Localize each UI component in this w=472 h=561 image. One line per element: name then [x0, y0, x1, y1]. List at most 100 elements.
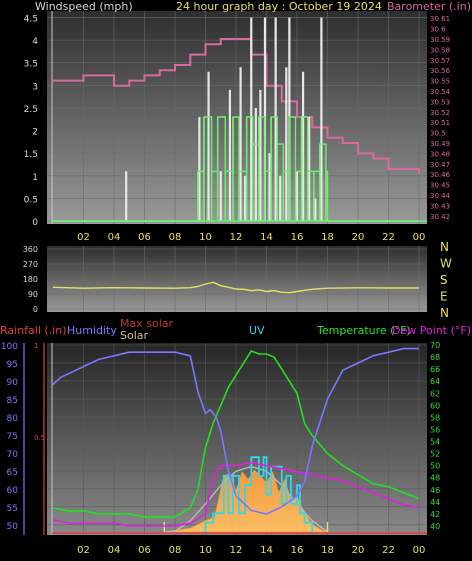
barometer-tick-label: 30.56 [430, 67, 451, 75]
humidity-tick-label: 65 [7, 468, 18, 478]
barometer-tick-label: 30.45 [430, 182, 450, 190]
temperature-tick-label: 50 [430, 462, 440, 471]
barometer-tick-label: 30.6 [430, 26, 446, 34]
compass-label: N [440, 240, 449, 254]
wind-x-tick: 18 [321, 232, 334, 243]
barometer-axis-label: Barometer (.in) [387, 0, 471, 13]
barometer-tick-label: 30.48 [430, 150, 450, 158]
wind-x-tick: 00 [413, 232, 426, 243]
wind-x-tick: 12 [230, 232, 243, 243]
barometer-tick-label: 30.52 [430, 109, 450, 117]
wind-tick-label: 1.5 [24, 150, 38, 160]
wind-tick-label: 2.5 [24, 105, 38, 115]
rainfall-axis-label: Rainfall (.in) [0, 324, 67, 337]
temperature-tick-label: 62 [430, 389, 440, 398]
rain-tick-label: 0.5 [34, 434, 45, 442]
barometer-tick-label: 30.55 [430, 78, 450, 86]
weather-chart: 0 0.5 1 1.5 2 2.5 3 3.5 4 4.5 30.42 30.43 30.44 30.45… [0, 0, 471, 556]
wind-tick-label: 1 [32, 173, 38, 183]
barometer-tick-label: 30.42 [430, 213, 450, 221]
wind-x-tick: 22 [382, 232, 395, 243]
humidity-tick-label: 60 [7, 486, 19, 496]
barometer-tick-label: 30.43 [430, 202, 450, 210]
thermo-x-tick: 12 [230, 545, 243, 556]
direction-tick-label: 90 [28, 290, 38, 299]
wind-x-tick: 16 [291, 232, 304, 243]
wind-tick-label: 3.5 [24, 60, 38, 70]
barometer-tick-label: 30.49 [430, 140, 450, 148]
chart-title: 24 hour graph day : October 19 2024 [176, 0, 382, 13]
temperature-tick-label: 46 [430, 486, 440, 495]
thermo-x-tick: 18 [321, 545, 334, 556]
wind-tick-label: 0.5 [24, 195, 38, 205]
humidity-tick-label: 90 [7, 378, 19, 388]
compass-label: W [440, 257, 452, 271]
temperature-tick-label: 60 [430, 401, 440, 410]
temperature-tick-label: 68 [430, 353, 440, 362]
uv-label: UV [249, 324, 265, 337]
thermo-x-tick: 16 [291, 545, 304, 556]
barometer-tick-label: 30.51 [430, 119, 450, 127]
thermo-x-tick: 08 [169, 545, 182, 556]
humidity-tick-label: 100 [1, 342, 18, 352]
barometer-tick-label: 30.44 [430, 192, 451, 200]
direction-tick-label: 270 [23, 260, 38, 269]
temperature-tick-label: 66 [430, 365, 440, 374]
thermo-x-tick: 06 [138, 545, 151, 556]
direction-tick-label: 0 [33, 305, 38, 314]
barometer-tick-label: 30.61 [430, 15, 450, 23]
wind-tick-label: 4 [32, 37, 38, 47]
humidity-tick-label: 85 [7, 396, 18, 406]
barometer-tick-label: 30.53 [430, 98, 450, 106]
barometer-tick-label: 30.5 [430, 130, 446, 138]
wind-x-tick: 04 [108, 232, 121, 243]
direction-tick-label: 360 [23, 245, 38, 254]
wind-tick-label: 0 [32, 218, 38, 228]
wind-tick-label: 4.5 [24, 15, 38, 25]
thermo-x-tick: 10 [199, 545, 212, 556]
temperature-tick-label: 64 [430, 377, 440, 386]
temperature-tick-label: 48 [430, 474, 440, 483]
wind-tick-label: 2 [32, 128, 38, 138]
thermo-x-tick: 14 [260, 545, 273, 556]
humidity-tick-label: 55 [7, 504, 18, 514]
wind-x-tick: 10 [199, 232, 212, 243]
humidity-tick-label: 95 [7, 360, 18, 370]
wind-x-tick: 08 [169, 232, 182, 243]
thermo-x-tick: 20 [352, 545, 365, 556]
wind-x-tick: 06 [138, 232, 151, 243]
humidity-tick-label: 75 [7, 432, 18, 442]
temperature-tick-label: 44 [430, 498, 440, 507]
humidity-axis-label: Humidity [67, 324, 117, 337]
barometer-tick-label: 30.58 [430, 46, 450, 54]
barometer-tick-label: 30.59 [430, 36, 450, 44]
wind-tick-label: 3 [32, 82, 38, 92]
dewpoint-axis-label: Dew Point (°F) [392, 324, 471, 337]
wind-x-tick: 14 [260, 232, 273, 243]
humidity-tick-label: 70 [7, 450, 19, 460]
barometer-tick-label: 30.57 [430, 57, 450, 65]
temperature-tick-label: 56 [430, 425, 440, 434]
wind-x-tick: 02 [77, 232, 90, 243]
compass-label: N [440, 306, 449, 320]
humidity-tick-label: 80 [7, 414, 19, 424]
thermo-x-tick: 00 [413, 545, 426, 556]
windspeed-axis-label: Windspeed (mph) [35, 0, 133, 13]
temperature-tick-label: 40 [430, 522, 440, 531]
barometer-tick-label: 30.46 [430, 171, 451, 179]
temperature-tick-label: 70 [430, 341, 440, 350]
temperature-tick-label: 42 [430, 510, 440, 519]
thermo-x-tick: 04 [108, 545, 121, 556]
temperature-tick-label: 52 [430, 450, 440, 459]
solar-label: Solar [120, 329, 149, 342]
compass-label: S [440, 273, 448, 287]
thermo-x-tick: 22 [382, 545, 395, 556]
barometer-tick-label: 30.54 [430, 88, 451, 96]
thermo-x-tick: 02 [77, 545, 90, 556]
wind-x-tick: 20 [352, 232, 365, 243]
rain-tick-label: 1 [34, 342, 38, 350]
compass-label: E [440, 290, 448, 304]
direction-tick-label: 180 [23, 275, 38, 284]
barometer-tick-label: 30.47 [430, 161, 450, 169]
humidity-tick-label: 50 [7, 522, 19, 532]
